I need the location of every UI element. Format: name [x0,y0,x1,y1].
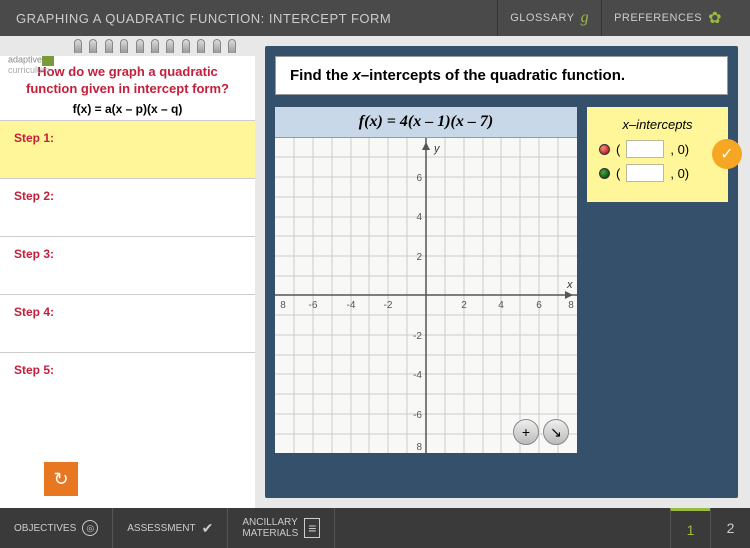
objectives-label: OBJECTIVES [14,523,76,534]
answer-row-2: ( , 0) [599,164,716,182]
svg-text:8: 8 [568,300,574,311]
svg-text:4: 4 [416,212,422,223]
page-2-button[interactable]: 2 [710,508,750,548]
footer-spacer [335,508,670,548]
row1-suffix: , 0) [670,142,689,157]
ancillary-button[interactable]: ANCILLARY MATERIALS ≡ [228,508,335,548]
coordinate-grid[interactable]: y x -6 -4 -2 2 4 6 8 8 6 4 2 -2 -4 -6 8 [275,138,577,453]
svg-text:-4: -4 [347,300,356,311]
main-content: adaptive curriculum How do we graph a qu… [0,36,750,508]
footer-nav: OBJECTIVES ◎ ASSESSMENT ✔ ANCILLARY MATE… [0,508,750,548]
paren-open-2: ( [616,166,620,181]
paren-open: ( [616,142,620,157]
intercept-1-input[interactable] [626,140,664,158]
svg-text:8: 8 [280,300,286,311]
notepad-panel: adaptive curriculum How do we graph a qu… [0,36,255,508]
page-1-button[interactable]: 1 [670,508,710,548]
steps-list: Step 1: Step 2: Step 3: Step 4: Step 5: [0,120,255,454]
content-row: f(x) = 4(x – 1)(x – 7) y [275,107,728,453]
brand-logo: adaptive curriculum [8,54,54,75]
work-panel: Find the x–intercepts of the quadratic f… [255,36,750,508]
green-dot-icon [599,168,610,179]
reset-button[interactable]: ↻ [44,462,78,496]
red-dot-icon [599,144,610,155]
svg-text:x: x [566,279,573,291]
objectives-button[interactable]: OBJECTIVES ◎ [0,508,113,548]
arrows-icon: ↘ [550,424,562,441]
move-button[interactable]: ↘ [543,419,569,445]
svg-text:6: 6 [536,300,542,311]
check-icon: ✓ [720,144,733,164]
document-icon: ≡ [304,518,320,538]
check-icon-footer: ✔ [202,520,214,537]
svg-text:y: y [433,143,441,155]
app-header: GRAPHING A QUADRATIC FUNCTION: INTERCEPT… [0,0,750,36]
svg-text:-6: -6 [309,300,318,311]
glossary-icon: g [581,9,590,27]
general-equation: f(x) = a(x – p)(x – q) [12,102,243,116]
step-3[interactable]: Step 3: [0,236,255,294]
svg-text:-4: -4 [413,370,422,381]
row2-suffix: , 0) [670,166,689,181]
answer-panel: x–intercepts ( , 0) ( , 0) [587,107,728,202]
assessment-button[interactable]: ASSESSMENT ✔ [113,508,228,548]
step-5[interactable]: Step 5: [0,352,255,410]
step-1[interactable]: Step 1: [0,120,255,178]
step-4[interactable]: Step 4: [0,294,255,352]
svg-text:-2: -2 [413,331,422,342]
zoom-controls: + ↘ [513,419,569,445]
page-title: GRAPHING A QUADRATIC FUNCTION: INTERCEPT… [16,11,497,26]
svg-text:-2: -2 [384,300,393,311]
svg-text:2: 2 [416,252,422,263]
reset-icon: ↻ [53,469,68,490]
grid-svg: y x -6 -4 -2 2 4 6 8 8 6 4 2 -2 -4 -6 8 [275,138,577,453]
answer-title: x–intercepts [599,117,716,132]
glossary-button[interactable]: GLOSSARY g [497,0,601,36]
target-icon: ◎ [82,520,98,536]
assessment-label: ASSESSMENT [127,523,195,534]
zoom-in-button[interactable]: + [513,419,539,445]
preferences-label: PREFERENCES [614,12,702,24]
ancillary-label: ANCILLARY MATERIALS [242,517,298,539]
spiral-binding [0,36,255,56]
function-display: f(x) = 4(x – 1)(x – 7) [275,107,577,138]
svg-text:6: 6 [416,173,422,184]
preferences-button[interactable]: PREFERENCES ✿ [601,0,734,36]
svg-text:-6: -6 [413,410,422,421]
glossary-label: GLOSSARY [510,12,574,24]
svg-text:8: 8 [416,442,422,453]
task-prompt: Find the x–intercepts of the quadratic f… [275,56,728,95]
graph-container: f(x) = 4(x – 1)(x – 7) y [275,107,577,453]
gear-icon: ✿ [708,8,722,28]
answer-row-1: ( , 0) [599,140,716,158]
intercept-2-input[interactable] [626,164,664,182]
work-area: Find the x–intercepts of the quadratic f… [265,46,738,498]
step-2[interactable]: Step 2: [0,178,255,236]
plus-icon: + [522,424,530,440]
svg-text:2: 2 [461,300,467,311]
check-answer-button[interactable]: ✓ [712,139,742,169]
svg-text:4: 4 [498,300,504,311]
